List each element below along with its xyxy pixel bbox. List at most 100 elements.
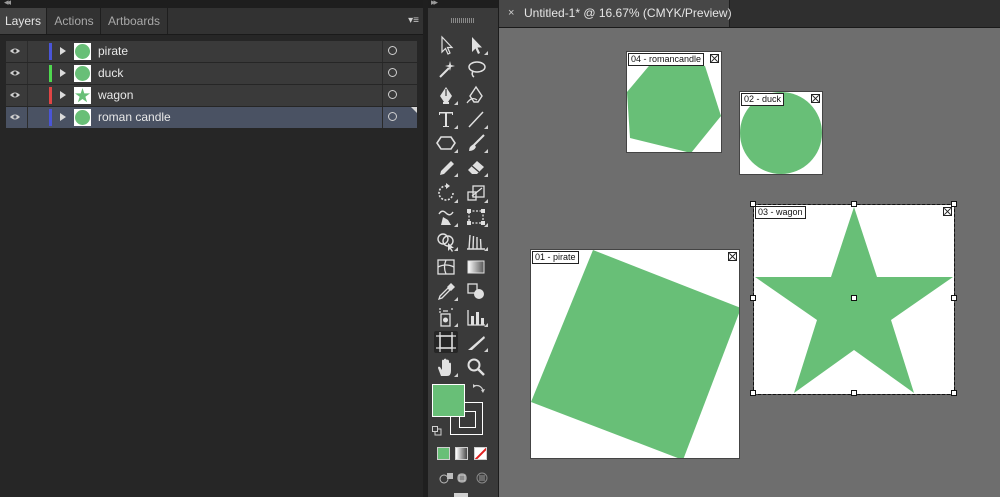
- canvas[interactable]: 04 - romancandle 02 - duck 03 - wagon 01…: [499, 28, 1000, 497]
- selection-tool-icon[interactable]: [434, 34, 458, 56]
- artboard-tool-icon[interactable]: [434, 331, 458, 353]
- default-fill-stroke-icon[interactable]: [432, 426, 442, 436]
- pencil-tool-icon[interactable]: [434, 156, 458, 178]
- collapse-tools-icon[interactable]: ▸▸: [431, 0, 438, 8]
- symbol-sprayer-tool-icon[interactable]: [434, 306, 458, 328]
- artboard-label[interactable]: 02 - duck: [741, 93, 785, 106]
- resize-handle[interactable]: [951, 201, 957, 207]
- shape-builder-tool-icon[interactable]: [434, 230, 458, 252]
- artboard-label[interactable]: 03 - wagon: [755, 206, 806, 219]
- lock-toggle[interactable]: [27, 41, 28, 62]
- tab-actions[interactable]: Actions: [46, 8, 101, 34]
- resize-handle[interactable]: [750, 390, 756, 396]
- tools-panel: ▸▸: [428, 0, 499, 497]
- lock-toggle[interactable]: [27, 85, 28, 106]
- warp-tool-icon[interactable]: [434, 206, 458, 228]
- resize-handle[interactable]: [750, 295, 756, 301]
- gradient-tool-icon[interactable]: [464, 256, 488, 278]
- curvature-tool-icon[interactable]: [464, 84, 488, 106]
- column-graph-tool-icon[interactable]: [464, 306, 488, 328]
- layer-thumbnail: [74, 87, 91, 104]
- panel-menu-icon[interactable]: ▾≡: [405, 15, 419, 27]
- layer-name[interactable]: duck: [98, 63, 123, 84]
- center-point-handle[interactable]: [851, 295, 857, 301]
- slice-tool-icon[interactable]: [464, 331, 488, 353]
- layer-row-roman-candle[interactable]: roman candle: [6, 107, 417, 129]
- rotated-square-shape[interactable]: [531, 250, 739, 458]
- blend-tool-icon[interactable]: [464, 280, 488, 302]
- artboard-close-icon[interactable]: [943, 207, 952, 216]
- target-circle-icon[interactable]: [388, 46, 397, 55]
- eraser-tool-icon[interactable]: [464, 156, 488, 178]
- visibility-eye-icon[interactable]: [10, 91, 20, 99]
- layer-row-pirate[interactable]: pirate: [6, 41, 417, 63]
- type-tool-icon[interactable]: [434, 108, 458, 130]
- tab-layers[interactable]: Layers: [0, 8, 46, 34]
- resize-handle[interactable]: [851, 390, 857, 396]
- resize-handle[interactable]: [750, 201, 756, 207]
- paintbrush-tool-icon[interactable]: [464, 132, 488, 154]
- color-mode-button[interactable]: [437, 447, 450, 460]
- resize-handle[interactable]: [951, 390, 957, 396]
- tools-grip[interactable]: [451, 18, 475, 23]
- target-circle-icon[interactable]: [388, 90, 397, 99]
- direct-selection-tool-icon[interactable]: [464, 34, 488, 56]
- artboard-close-icon[interactable]: [811, 94, 820, 103]
- lock-toggle[interactable]: [27, 107, 28, 128]
- gradient-mode-button[interactable]: [455, 447, 468, 460]
- artboard-label[interactable]: 01 - pirate: [532, 251, 579, 264]
- expand-triangle-icon[interactable]: [60, 47, 66, 55]
- mesh-tool-icon[interactable]: [434, 256, 458, 278]
- document-tab[interactable]: × Untitled-1* @ 16.67% (CMYK/Preview): [499, 0, 732, 27]
- artboard-pirate[interactable]: 01 - pirate: [530, 249, 740, 459]
- free-transform-tool-icon[interactable]: [464, 206, 488, 228]
- layer-row-duck[interactable]: duck: [6, 63, 417, 85]
- swap-fill-stroke-icon[interactable]: [472, 383, 486, 395]
- pen-tool-icon[interactable]: [434, 84, 458, 106]
- lock-toggle[interactable]: [27, 63, 28, 84]
- hand-tool-icon[interactable]: [434, 356, 458, 378]
- expand-triangle-icon[interactable]: [60, 69, 66, 77]
- layer-color-bar: [49, 43, 52, 60]
- artboard-label[interactable]: 04 - romancandle: [628, 53, 705, 66]
- panel-top-bar: ◂◂: [0, 0, 423, 8]
- document-title: Untitled-1* @ 16.67% (CMYK/Preview): [524, 6, 732, 20]
- collapse-panel-icon[interactable]: ◂◂: [4, 0, 11, 8]
- expand-triangle-icon[interactable]: [60, 113, 66, 121]
- close-document-icon[interactable]: ×: [508, 0, 514, 27]
- magic-wand-tool-icon[interactable]: [434, 58, 458, 80]
- layer-name[interactable]: wagon: [98, 85, 133, 106]
- target-circle-icon[interactable]: [388, 112, 397, 121]
- drawing-modes-icon[interactable]: [438, 471, 490, 485]
- tab-artboards[interactable]: Artboards: [100, 8, 168, 34]
- artboard-duck[interactable]: 02 - duck: [739, 91, 823, 175]
- artboard-close-icon[interactable]: [728, 252, 737, 261]
- artboard-romancandle[interactable]: 04 - romancandle: [626, 51, 722, 153]
- target-circle-icon[interactable]: [388, 68, 397, 77]
- resize-handle[interactable]: [851, 201, 857, 207]
- perspective-grid-tool-icon[interactable]: [464, 230, 488, 252]
- layer-color-bar: [49, 109, 52, 126]
- zoom-tool-icon[interactable]: [464, 356, 488, 378]
- lasso-tool-icon[interactable]: [464, 58, 488, 80]
- expand-triangle-icon[interactable]: [60, 91, 66, 99]
- layer-row-wagon[interactable]: wagon: [6, 85, 417, 107]
- resize-handle[interactable]: [951, 295, 957, 301]
- hexagon-shape[interactable]: [627, 52, 721, 152]
- visibility-eye-icon[interactable]: [10, 113, 20, 121]
- layer-thumbnail: [74, 43, 91, 60]
- rotate-tool-icon[interactable]: [434, 182, 458, 204]
- visibility-eye-icon[interactable]: [10, 47, 20, 55]
- eyedropper-tool-icon[interactable]: [434, 280, 458, 302]
- layer-name[interactable]: roman candle: [98, 107, 171, 128]
- shape-tool-icon[interactable]: [434, 132, 458, 154]
- visibility-eye-icon[interactable]: [10, 69, 20, 77]
- layers-panel: ◂◂ Layers Actions Artboards ▾≡ pirate du…: [0, 0, 423, 497]
- artboard-close-icon[interactable]: [710, 54, 719, 63]
- line-segment-tool-icon[interactable]: [464, 108, 488, 130]
- fill-swatch[interactable]: [432, 384, 465, 417]
- layer-name[interactable]: pirate: [98, 41, 128, 62]
- screen-mode-button[interactable]: [454, 493, 468, 497]
- none-mode-button[interactable]: [474, 447, 487, 460]
- scale-tool-icon[interactable]: [464, 182, 488, 204]
